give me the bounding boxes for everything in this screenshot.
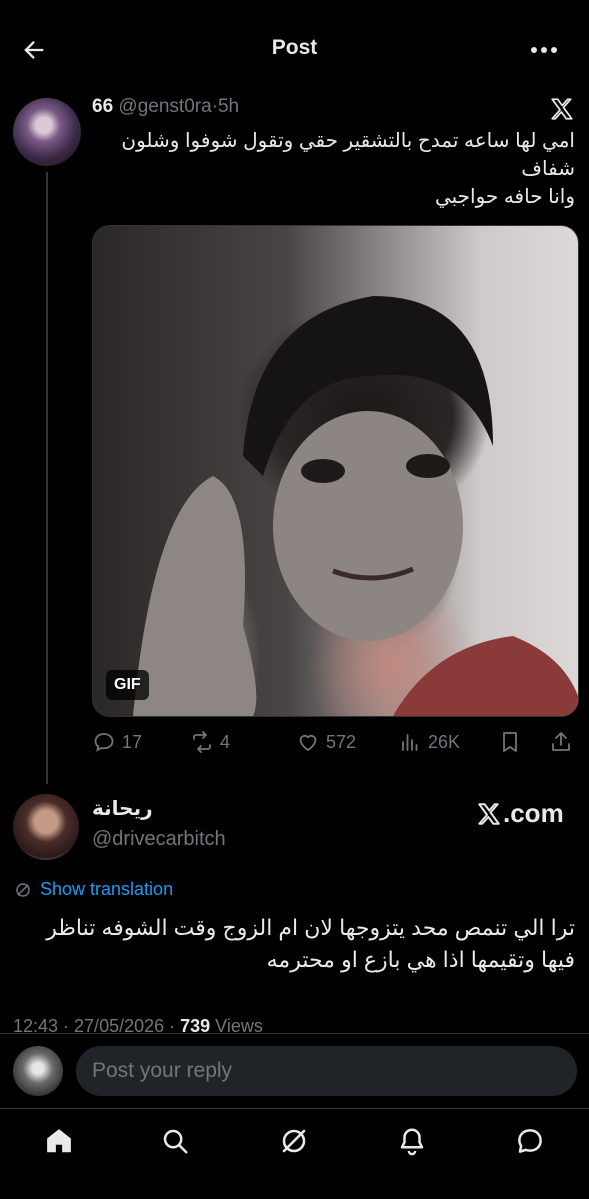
views-icon [398, 730, 422, 754]
view-count: 26K [428, 731, 461, 752]
thread-line [46, 172, 48, 784]
author-handle[interactable]: @drivecarbitch [92, 828, 226, 851]
post-time[interactable]: 5h [218, 96, 239, 117]
author-name[interactable]: 66 [92, 96, 113, 117]
avatar[interactable] [13, 794, 79, 860]
views-button[interactable]: 26K [398, 728, 460, 756]
watermark-text: .com [503, 798, 564, 828]
translate-icon [14, 881, 32, 899]
x-logo-icon [549, 96, 575, 122]
back-arrow-icon[interactable] [20, 36, 48, 64]
tweet-text: ترا الي تنمص محد يتزوجها لان ام الزوج وق… [46, 915, 575, 972]
divider [0, 1108, 589, 1109]
reply-icon [92, 730, 116, 754]
x-logo-icon [476, 801, 502, 827]
repost-count: 4 [220, 731, 231, 752]
more-icon[interactable] [528, 36, 560, 64]
like-icon [296, 730, 320, 754]
bell-icon[interactable] [397, 1126, 429, 1158]
grok-icon[interactable] [279, 1126, 311, 1158]
avatar[interactable] [13, 1046, 63, 1096]
tweet-text-line: وانا حافه حواجبي [434, 186, 575, 208]
watermark: .com [476, 798, 564, 829]
page-title: Post [271, 36, 318, 59]
tweet-text-line: شفاف [521, 158, 575, 180]
like-button[interactable]: 572 [296, 728, 356, 756]
share-icon [549, 730, 573, 754]
author-handle[interactable]: @genst0ra [118, 96, 211, 117]
author-name[interactable]: ريحانة [92, 796, 153, 821]
reply-count: 17 [122, 731, 143, 752]
gif-badge: GIF [106, 670, 149, 700]
messages-icon[interactable] [515, 1126, 547, 1158]
bookmark-icon [498, 730, 522, 754]
show-translation-label[interactable]: Show translation [40, 879, 173, 900]
share-button[interactable] [549, 728, 573, 756]
tweet-text-line: امي لها ساعه تمدح بالتشقير حقي وتقول شوف… [121, 130, 575, 152]
bookmark-button[interactable] [498, 728, 522, 756]
repost-icon [190, 730, 214, 754]
gif-media[interactable] [92, 225, 579, 717]
reply-input[interactable] [76, 1046, 577, 1096]
avatar[interactable] [13, 98, 81, 166]
show-translation-link[interactable]: Show translation [14, 879, 173, 900]
repost-button[interactable]: 4 [190, 728, 230, 756]
reply-button[interactable]: 17 [92, 728, 142, 756]
home-icon[interactable] [44, 1126, 76, 1158]
like-count: 572 [326, 731, 357, 752]
parent-tweet-text: امي لها ساعه تمدح بالتشقير حقي وتقول شوف… [105, 127, 575, 211]
search-icon[interactable] [160, 1126, 192, 1158]
parent-tweet-header: 66 @genst0ra·5h [92, 96, 239, 118]
